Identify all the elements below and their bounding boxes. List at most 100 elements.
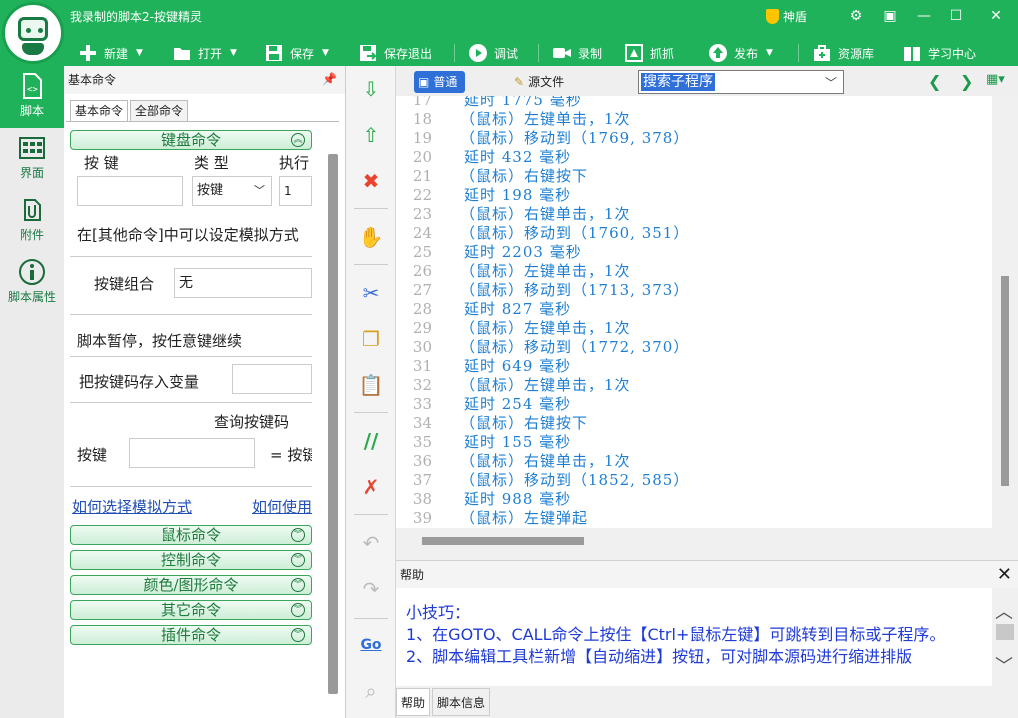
expand-icon[interactable]: ︾ xyxy=(291,553,305,567)
code-line[interactable]: 18 （鼠标）左键单击，1次 xyxy=(396,110,689,129)
collapse-icon[interactable]: ︽ xyxy=(291,133,305,147)
nav-script-properties[interactable]: 脚本属性 xyxy=(0,252,64,314)
new-button[interactable]: 新建 ▼ xyxy=(78,42,143,64)
code-line[interactable]: 35 延时 155 毫秒 xyxy=(396,433,689,452)
group-control-commands[interactable]: 控制命令 ︾ xyxy=(70,550,312,570)
help-scrollbar[interactable]: ︿ ﹀ xyxy=(992,588,1018,686)
code-line[interactable]: 28 延时 827 毫秒 xyxy=(396,300,689,319)
delete-icon[interactable]: ✖ xyxy=(358,168,384,194)
code-line[interactable]: 37 （鼠标）移动到（1852, 585） xyxy=(396,471,689,490)
code-line[interactable]: 32 （鼠标）左键单击，1次 xyxy=(396,376,689,395)
nav-script[interactable]: <> 脚本 xyxy=(0,66,64,128)
code-line[interactable]: 31 延时 649 毫秒 xyxy=(396,357,689,376)
find-binoculars-icon[interactable]: ⌕ xyxy=(358,678,384,704)
nav-attachment[interactable]: 附件 xyxy=(0,190,64,252)
link-how-to-use[interactable]: 如何使用 xyxy=(252,496,312,517)
nav-back-icon[interactable]: ❮ xyxy=(928,72,941,91)
tab-normal-view[interactable]: ▣ 普通 xyxy=(414,71,466,93)
redo-icon[interactable]: ↷ xyxy=(358,576,384,602)
query-key-input[interactable] xyxy=(129,438,255,468)
publish-button[interactable]: 发布 ▼ xyxy=(708,42,773,64)
expand-icon[interactable]: ︾ xyxy=(291,603,305,617)
group-other-commands[interactable]: 其它命令 ︾ xyxy=(70,600,312,620)
hand-icon[interactable]: ✋ xyxy=(358,224,384,250)
code-line[interactable]: 23 （鼠标）右键单击，1次 xyxy=(396,205,689,224)
combo-input[interactable]: 无 xyxy=(174,268,312,298)
line-number: 33 xyxy=(412,395,432,413)
key-input[interactable] xyxy=(77,176,183,206)
code-line[interactable]: 27 （鼠标）移动到（1713, 373） xyxy=(396,281,689,300)
code-line[interactable]: 34 （鼠标）右键按下 xyxy=(396,414,689,433)
line-number: 22 xyxy=(412,186,432,204)
uncomment-icon[interactable]: ✗ xyxy=(358,474,384,500)
nav-ui[interactable]: 界面 xyxy=(0,128,64,190)
close-help-icon[interactable]: ✕ xyxy=(997,561,1012,589)
maximize-button[interactable]: ☐ xyxy=(944,6,968,26)
code-line[interactable]: 19 （鼠标）移动到（1769, 378） xyxy=(396,129,689,148)
copy-icon[interactable]: ❐ xyxy=(358,326,384,352)
script-file-icon: <> xyxy=(23,73,42,99)
editor-horizontal-scrollbar[interactable] xyxy=(396,528,1018,554)
expand-icon[interactable]: ︾ xyxy=(291,528,305,542)
subroutine-search-select[interactable]: 搜索子程序 ﹀ xyxy=(638,70,844,94)
undo-icon[interactable]: ↶ xyxy=(358,530,384,556)
tab-script-info[interactable]: 脚本信息 xyxy=(432,688,491,716)
code-line[interactable]: 26 （鼠标）左键单击，1次 xyxy=(396,262,689,281)
cut-icon[interactable]: ✂ xyxy=(358,280,384,306)
move-up-icon[interactable]: ⇧ xyxy=(358,122,384,148)
tab-all-commands[interactable]: 全部命令 xyxy=(130,100,189,122)
minimize-button[interactable]: — xyxy=(912,6,936,26)
code-line[interactable]: 38 延时 988 毫秒 xyxy=(396,490,689,509)
shield-button[interactable]: 神盾 xyxy=(766,8,807,25)
code-line[interactable]: 36 （鼠标）右键单击，1次 xyxy=(396,452,689,471)
tab-source-view[interactable]: ✎ 源文件 xyxy=(510,71,572,93)
pin-icon[interactable]: 📌 xyxy=(322,72,337,86)
debug-button[interactable]: 调试 xyxy=(468,42,518,64)
tab-help[interactable]: 帮助 xyxy=(396,688,431,716)
store-var-input[interactable] xyxy=(232,364,312,394)
grab-button[interactable]: 抓抓 xyxy=(624,42,674,64)
save-exit-button[interactable]: 保存退出 xyxy=(358,42,432,64)
settings-gear-icon[interactable]: ⚙ xyxy=(844,6,868,26)
exec-count-input[interactable]: 1 xyxy=(279,176,312,206)
save-button[interactable]: 保存 ▼ xyxy=(264,42,329,64)
tab-basic-commands[interactable]: 基本命令 xyxy=(70,100,129,122)
type-select[interactable]: 按键 ﹀ xyxy=(192,176,272,206)
record-button[interactable]: 录制 xyxy=(552,42,602,64)
code-line[interactable]: 21 （鼠标）右键按下 xyxy=(396,167,689,186)
editor-vertical-scrollbar[interactable] xyxy=(992,96,1018,528)
expand-icon[interactable]: ︾ xyxy=(291,578,305,592)
group-plugin-commands[interactable]: 插件命令 ︾ xyxy=(70,625,312,645)
scroll-down-icon[interactable]: ﹀ xyxy=(995,652,1013,678)
info-icon xyxy=(19,259,45,285)
scroll-up-icon[interactable]: ︿ xyxy=(995,598,1013,624)
code-line[interactable]: 24 （鼠标）移动到（1760, 351） xyxy=(396,224,689,243)
layout-menu-icon[interactable]: ▦▾ xyxy=(986,72,1005,87)
learn-center-button[interactable]: 学习中心 xyxy=(902,42,976,64)
resources-button[interactable]: 资源库 xyxy=(812,42,874,64)
comment-icon[interactable]: // xyxy=(358,428,384,454)
group-keyboard-commands[interactable]: 键盘命令 ︽ xyxy=(70,130,312,150)
open-button[interactable]: 打开 ▼ xyxy=(172,42,237,64)
code-line[interactable]: 39 （鼠标）左键弹起 xyxy=(396,509,689,528)
close-button[interactable]: ✕ xyxy=(984,6,1008,26)
code-line[interactable]: 25 延时 2203 毫秒 xyxy=(396,243,689,262)
expand-icon[interactable]: ︾ xyxy=(291,628,305,642)
panel-scrollbar[interactable] xyxy=(326,154,338,694)
paste-icon[interactable]: 📋 xyxy=(358,372,384,398)
code-line[interactable]: 22 延时 198 毫秒 xyxy=(396,186,689,205)
move-down-icon[interactable]: ⇩ xyxy=(358,76,384,102)
group-color-commands[interactable]: 颜色/图形命令 ︾ xyxy=(70,575,312,595)
line-number: 23 xyxy=(412,205,432,223)
code-line[interactable]: 29 （鼠标）左键单击，1次 xyxy=(396,319,689,338)
code-line[interactable]: 20 延时 432 毫秒 xyxy=(396,148,689,167)
script-editor[interactable]: 17 延时 1775 毫秒 18 （鼠标）左键单击，1次 19 （鼠标）移动到（1769,… xyxy=(396,96,992,528)
group-mouse-commands[interactable]: 鼠标命令 ︾ xyxy=(70,525,312,545)
dropdown-menu-icon[interactable]: ▣ xyxy=(878,6,902,26)
code-line[interactable]: 30 （鼠标）移动到（1772, 370） xyxy=(396,338,689,357)
link-choose-sim-mode[interactable]: 如何选择模拟方式 xyxy=(72,496,192,517)
code-line[interactable]: 17 延时 1775 毫秒 xyxy=(396,96,689,110)
code-line[interactable]: 33 延时 254 毫秒 xyxy=(396,395,689,414)
goto-icon[interactable]: Go xyxy=(358,632,384,658)
nav-forward-icon[interactable]: ❯ xyxy=(960,72,973,91)
